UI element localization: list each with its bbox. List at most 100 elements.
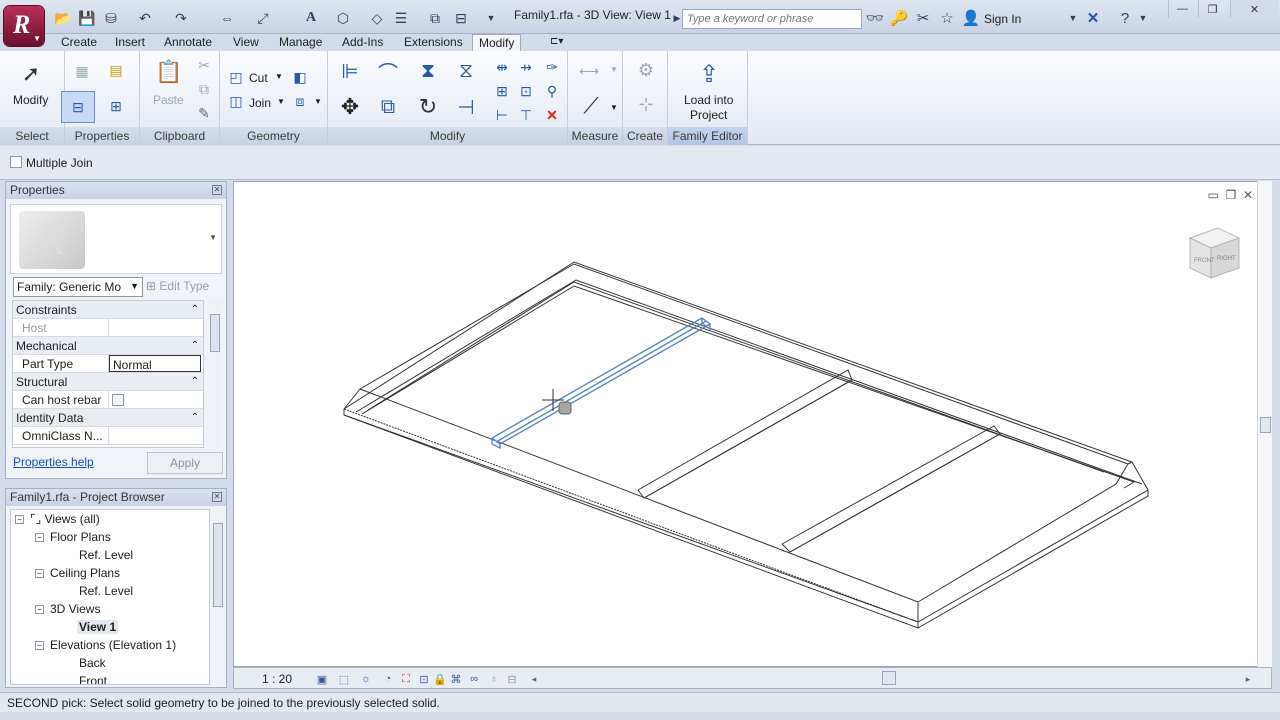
split-with-gap-icon[interactable]: ⇸ <box>516 57 536 77</box>
properties-help-link[interactable]: Properties help <box>13 455 94 469</box>
tab-view[interactable]: View <box>227 34 265 51</box>
tree-node-3d-views[interactable]: −3D Views <box>35 600 100 618</box>
model-canvas[interactable]: FRONT RIGHT <box>234 182 1273 668</box>
user-icon[interactable]: 👤 <box>962 9 981 27</box>
tab-annotate[interactable]: Annotate <box>158 34 218 51</box>
copy-element-icon[interactable]: ⧉ <box>374 93 402 121</box>
tree-node-view-1[interactable]: View 1 <box>77 618 119 636</box>
collapse-icon[interactable]: ⌃ <box>191 301 199 319</box>
ribbon-minimize-icon[interactable]: ⊏▾ <box>544 34 569 51</box>
part-type-field[interactable]: Normal <box>109 355 201 372</box>
tree-node-elevations[interactable]: − Elevations (Elevation 1) <box>35 636 176 654</box>
thin-lines-icon[interactable]: ☰ <box>392 9 410 27</box>
qat-dropdown-icon[interactable]: ▼ <box>482 9 500 27</box>
collapse-icon[interactable]: − <box>35 641 44 650</box>
move-icon[interactable]: ✥ <box>336 93 364 121</box>
tab-add-ins[interactable]: Add-Ins <box>336 34 389 51</box>
can-host-rebar-checkbox[interactable] <box>112 394 124 406</box>
tree-node-views-all[interactable]: − ⌜⌟ Views (all) <box>15 510 100 528</box>
measure-distance-icon[interactable]: ⟷ <box>574 61 604 81</box>
help-icon[interactable]: ? <box>1116 9 1134 27</box>
paste-icon[interactable]: 📋 <box>152 55 186 89</box>
tree-node-ceiling-ref-level[interactable]: Ref. Level <box>79 582 133 600</box>
text-icon[interactable]: A <box>302 9 320 27</box>
subscription-center-icon[interactable]: 🔑 <box>890 9 909 27</box>
tab-insert[interactable]: Insert <box>109 34 151 51</box>
restore-button[interactable]: ❐ <box>1198 0 1226 18</box>
family-filter-select[interactable]: Family: Generic Mo ▼ <box>13 277 143 297</box>
group-constraints[interactable]: Constraints ⌃ <box>13 301 203 319</box>
load-into-label-line1[interactable]: Load into <box>684 93 733 107</box>
type-selector-preview[interactable]: R ▼ <box>10 204 222 274</box>
viewport-vertical-scrollbar[interactable] <box>1257 181 1272 667</box>
collapse-icon[interactable]: − <box>35 533 44 542</box>
selected-rib[interactable] <box>491 317 712 450</box>
scale-icon[interactable]: ⊡ <box>516 81 536 101</box>
binoculars-icon[interactable]: 👓 <box>866 9 885 27</box>
rotate-icon[interactable]: ↻ <box>414 93 442 121</box>
help-dropdown-icon[interactable]: ▼ <box>1134 9 1152 27</box>
scrollbar-thumb[interactable] <box>210 314 220 352</box>
cut-geometry-icon[interactable]: ◰ <box>226 67 246 87</box>
match-type-icon[interactable]: ✎ <box>194 103 214 123</box>
sign-in-dropdown-icon[interactable]: ▼ <box>1064 9 1082 27</box>
visual-style-icon[interactable]: ⬚ <box>336 671 352 687</box>
load-into-project-icon[interactable]: ⇪ <box>692 57 726 91</box>
dimension-icon[interactable]: ⤢ <box>254 9 272 27</box>
create-group-icon[interactable]: ⊹ <box>633 91 659 117</box>
application-menu-button[interactable]: R ▼ <box>4 6 44 46</box>
search-input[interactable] <box>682 9 862 29</box>
offset-icon[interactable]: ⌒ <box>374 57 402 85</box>
measure-dropdown-icon[interactable]: ▼ <box>610 65 618 74</box>
cursor-icon[interactable]: ➚ <box>14 57 48 91</box>
view-cube-right-label[interactable]: RIGHT <box>1217 256 1236 262</box>
mirror-draw-axis-icon[interactable]: ⧖ <box>452 57 480 85</box>
communication-center-icon[interactable]: ✂ <box>914 9 932 27</box>
collapse-icon[interactable]: − <box>35 605 44 614</box>
scroll-left-icon[interactable]: ◂ <box>526 671 542 687</box>
scrollbar-thumb[interactable] <box>213 523 223 607</box>
close-icon[interactable]: ✕ <box>212 492 222 502</box>
collapse-icon[interactable]: ⌃ <box>191 337 199 355</box>
collapse-icon[interactable]: − <box>15 515 24 524</box>
join-label[interactable]: Join <box>249 96 271 110</box>
tree-node-ceiling-plans[interactable]: − Ceiling Plans <box>35 564 120 582</box>
create-similar-icon[interactable]: ⚙ <box>633 57 659 83</box>
tab-extensions[interactable]: Extensions <box>398 34 469 51</box>
drawing-viewport[interactable]: ▭ ❐ ✕ FRONT RIGHT <box>233 181 1272 667</box>
lock-3d-view-icon[interactable]: 🔒 <box>432 671 448 687</box>
view-cube-front-label[interactable]: FRONT <box>1194 258 1215 264</box>
align-icon[interactable]: ⊫ <box>336 57 364 85</box>
temporary-hide-icon[interactable]: ⌘ <box>448 671 464 687</box>
delete-icon[interactable]: ✕ <box>542 105 562 125</box>
view-cube[interactable]: FRONT RIGHT <box>1188 227 1241 279</box>
multiple-join-checkbox[interactable] <box>10 156 22 168</box>
property-value[interactable] <box>109 427 203 444</box>
tab-modify[interactable]: Modify <box>472 34 522 51</box>
aligned-dimension-icon[interactable]: ⟋ <box>576 91 606 121</box>
shadows-icon[interactable]: ◔ <box>380 671 396 687</box>
group-mechanical[interactable]: Mechanical ⌃ <box>13 337 203 355</box>
highlight-icon[interactable]: ⊟ <box>504 671 520 687</box>
tab-create[interactable]: Create <box>55 34 103 51</box>
save-icon[interactable]: 💾 <box>78 9 96 27</box>
family-category-icon[interactable]: ⊟ <box>61 91 95 123</box>
scroll-right-icon[interactable]: ▸ <box>1240 671 1256 687</box>
tree-node-floor-plans[interactable]: − Floor Plans <box>35 528 111 546</box>
browser-scrollbar[interactable] <box>211 509 225 685</box>
exchange-apps-icon[interactable]: ✕ <box>1084 9 1102 27</box>
close-button[interactable]: ✕ <box>1230 0 1278 18</box>
tree-node-front[interactable]: Front <box>79 672 107 684</box>
trim-single-icon[interactable]: ⊤ <box>516 105 536 125</box>
collapse-icon[interactable]: ⌃ <box>191 409 199 427</box>
group-structural[interactable]: Structural ⌃ <box>13 373 203 391</box>
properties-icon[interactable]: ▦ <box>67 57 97 85</box>
dimension-dropdown-icon[interactable]: ▼ <box>610 103 618 112</box>
copy-icon[interactable]: ⧉ <box>194 79 214 99</box>
switch-windows-icon[interactable]: ⊟ <box>452 9 470 27</box>
favorites-icon[interactable]: ☆ <box>938 9 956 27</box>
tab-manage[interactable]: Manage <box>273 34 328 51</box>
array-icon[interactable]: ⊞ <box>492 81 512 101</box>
split-face-icon[interactable]: ◧ <box>290 67 310 87</box>
join-dropdown-icon[interactable]: ▼ <box>277 97 285 106</box>
